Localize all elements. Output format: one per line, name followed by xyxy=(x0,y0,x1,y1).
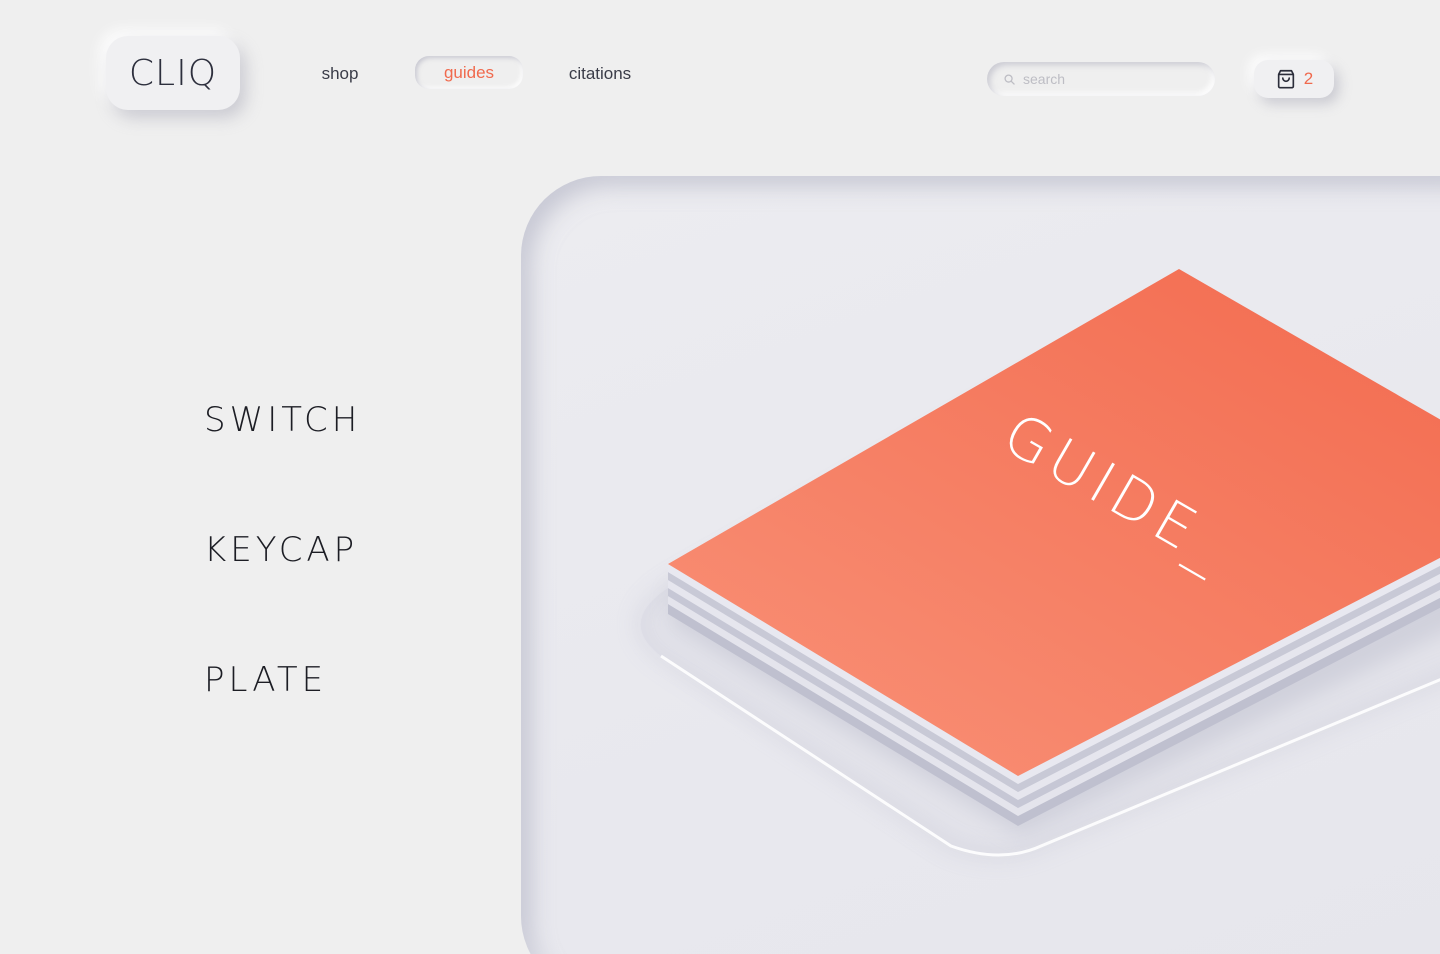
cart-count-badge: 2 xyxy=(1303,69,1314,88)
cart-button[interactable]: 2 xyxy=(1254,60,1334,98)
nav-item-citations[interactable]: citations xyxy=(555,60,645,88)
category-switch[interactable]: SWITCH xyxy=(204,400,361,440)
logo[interactable]: CLIQ xyxy=(106,36,240,110)
search-bar[interactable] xyxy=(987,62,1215,96)
category-plate[interactable]: PLATE xyxy=(204,660,327,700)
logo-text: CLIQ xyxy=(128,52,218,94)
page: CLIQ shop guides citations 2 SWITCH KEYC… xyxy=(0,0,1440,954)
shopping-bag-icon xyxy=(1277,69,1294,89)
category-keycap[interactable]: KEYCAP xyxy=(204,530,358,570)
search-input[interactable] xyxy=(1021,70,1195,88)
hero-panel: GUIDE_ xyxy=(521,176,1440,954)
nav-item-shop[interactable]: shop xyxy=(300,60,380,88)
guide-book-illustration[interactable]: GUIDE_ xyxy=(521,176,1440,954)
nav-item-guides[interactable]: guides xyxy=(415,56,523,89)
search-icon xyxy=(1004,73,1015,85)
